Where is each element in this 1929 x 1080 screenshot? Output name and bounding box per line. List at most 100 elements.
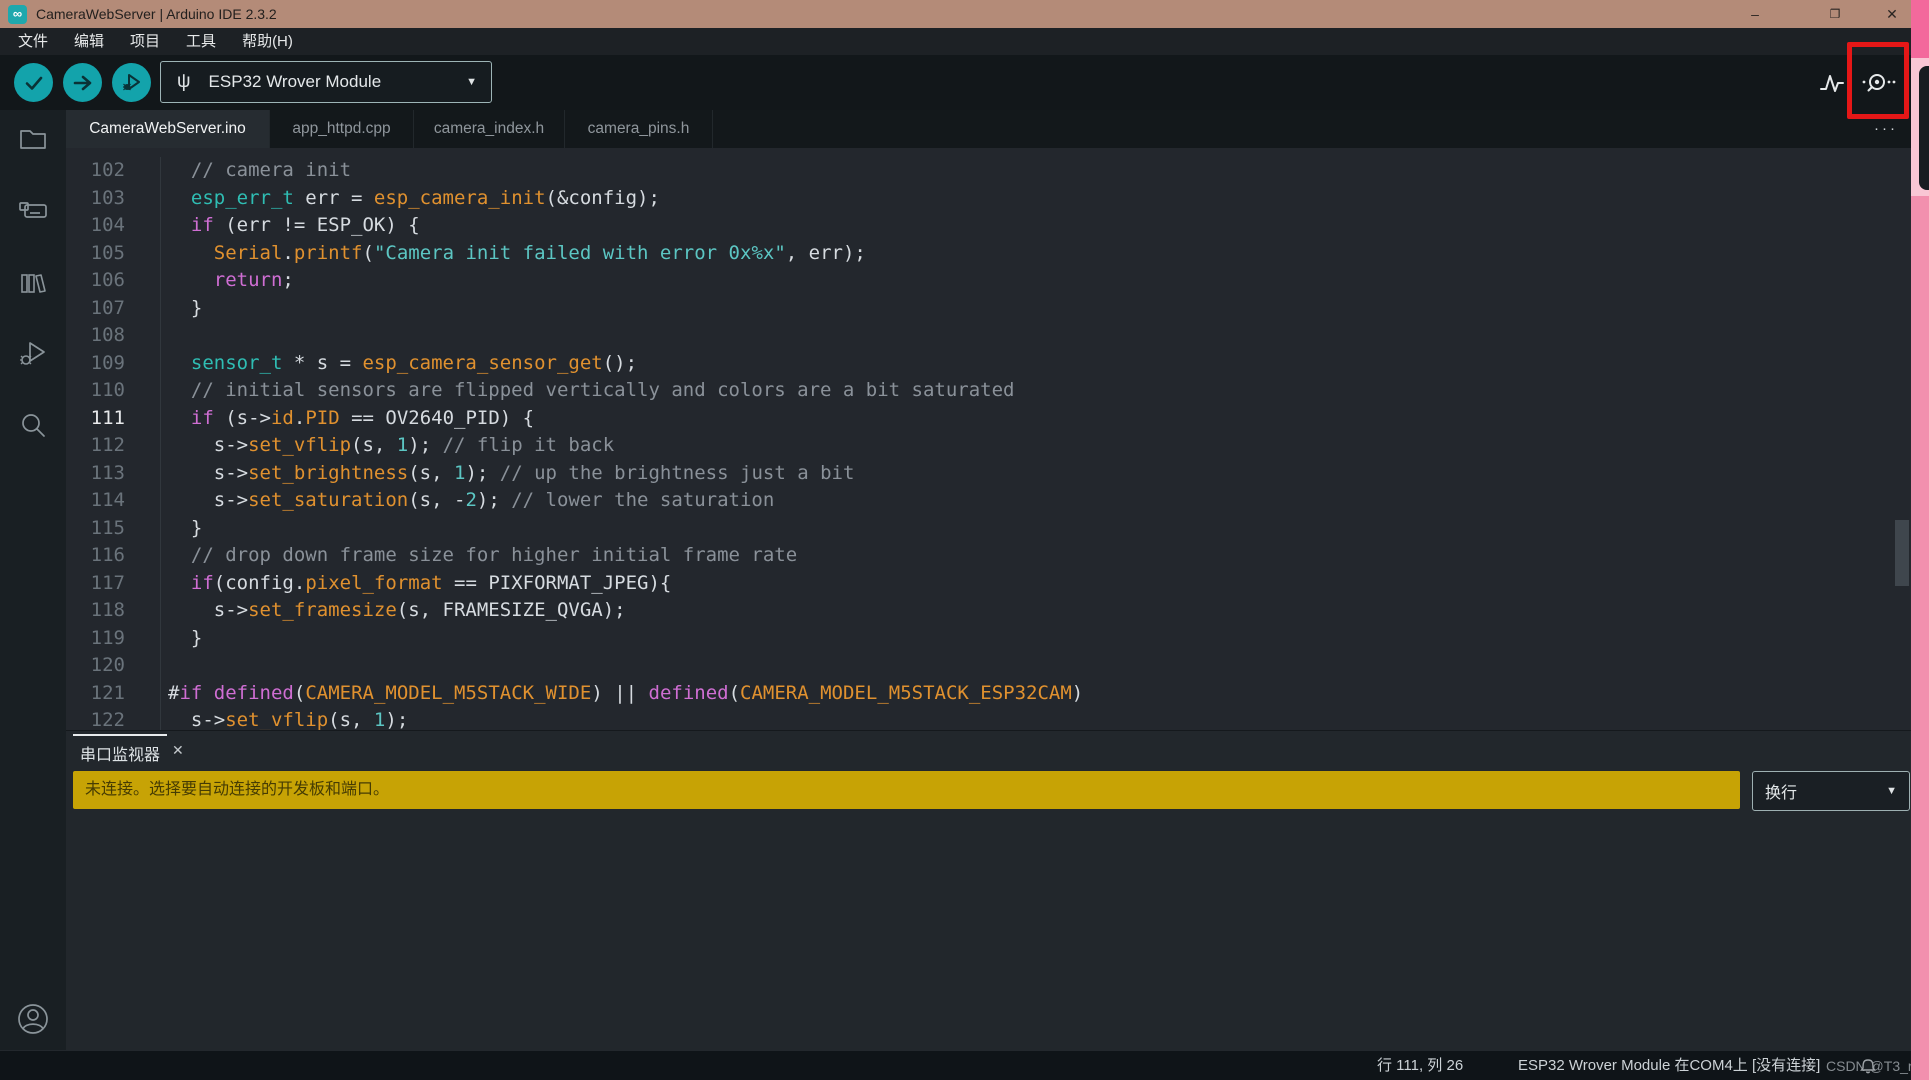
- code-text: Serial.printf("Camera init failed with e…: [161, 240, 866, 268]
- tabbar-overflow-button[interactable]: ···: [1874, 120, 1898, 137]
- line-number: 122: [66, 707, 161, 730]
- window-title: CameraWebServer | Arduino IDE 2.3.2: [36, 6, 277, 22]
- line-number: 110: [66, 377, 161, 405]
- code-text: [161, 322, 168, 350]
- check-icon: [24, 73, 44, 93]
- arduino-logo-icon: ∞: [8, 5, 27, 24]
- toolbar: ψ ESP32 Wrover Module ▼: [0, 55, 1929, 110]
- cursor-position: 行 111, 列 26: [1377, 1051, 1463, 1080]
- code-editor[interactable]: 102 // camera init103 esp_err_t err = es…: [66, 148, 1929, 730]
- search-icon: [18, 411, 48, 441]
- activity-sidebar: [0, 110, 66, 1050]
- account-icon: [16, 1002, 50, 1036]
- bug-play-icon: [121, 72, 143, 94]
- tab-camerawebserver-ino[interactable]: CameraWebServer.ino: [66, 110, 270, 148]
- code-text: [161, 652, 168, 680]
- code-line-121: 121#if defined(CAMERA_MODEL_M5STACK_WIDE…: [66, 680, 1929, 708]
- code-text: sensor_t * s = esp_camera_sensor_get();: [161, 350, 637, 378]
- code-text: s->set_saturation(s, -2); // lower the s…: [161, 487, 774, 515]
- board-selector[interactable]: ψ ESP32 Wrover Module ▼: [160, 61, 492, 103]
- line-number: 105: [66, 240, 161, 268]
- serial-monitor-tab[interactable]: 串口监视器: [80, 741, 160, 765]
- menu-tools[interactable]: 工具: [173, 28, 229, 55]
- code-line-122: 122 s->set_vflip(s, 1);: [66, 707, 1929, 730]
- line-number: 113: [66, 460, 161, 488]
- code-line-119: 119 }: [66, 625, 1929, 653]
- serial-monitor-panel: 串口监视器 ✕ 未连接。选择要自动连接的开发板和端口。 换行 ▼: [66, 730, 1929, 1050]
- code-line-120: 120: [66, 652, 1929, 680]
- sidebar-item-account[interactable]: [16, 1002, 50, 1036]
- code-line-104: 104 if (err != ESP_OK) {: [66, 212, 1929, 240]
- sidebar-item-library-manager[interactable]: [16, 266, 50, 300]
- folder-icon: [18, 124, 48, 154]
- editor-scrollbar-thumb[interactable]: [1895, 520, 1909, 586]
- waveform-icon: [1818, 69, 1846, 97]
- tab-app-httpd-cpp[interactable]: app_httpd.cpp: [270, 110, 414, 148]
- menu-help[interactable]: 帮助(H): [229, 28, 306, 55]
- code-line-115: 115 }: [66, 515, 1929, 543]
- code-line-109: 109 sensor_t * s = esp_camera_sensor_get…: [66, 350, 1929, 378]
- restore-button[interactable]: ❐: [1815, 0, 1855, 28]
- code-line-111: 111 if (s->id.PID == OV2640_PID) {: [66, 405, 1929, 433]
- menu-edit[interactable]: 编辑: [61, 28, 117, 55]
- line-ending-dropdown[interactable]: 换行 ▼: [1752, 771, 1910, 811]
- line-number: 102: [66, 157, 161, 185]
- title-bar: ∞ CameraWebServer | Arduino IDE 2.3.2 – …: [0, 0, 1929, 28]
- board-connection-status[interactable]: ESP32 Wrover Module 在COM4上 [没有连接]: [1518, 1051, 1820, 1080]
- line-number: 112: [66, 432, 161, 460]
- line-number: 106: [66, 267, 161, 295]
- not-connected-warning: 未连接。选择要自动连接的开发板和端口。: [73, 771, 1740, 809]
- code-line-106: 106 return;: [66, 267, 1929, 295]
- line-number: 108: [66, 322, 161, 350]
- debug-button[interactable]: [112, 63, 151, 102]
- editor-tab-bar: CameraWebServer.ino app_httpd.cpp camera…: [66, 110, 1929, 148]
- code-text: // drop down frame size for higher initi…: [161, 542, 797, 570]
- sidebar-item-debug[interactable]: [16, 337, 50, 371]
- line-number: 115: [66, 515, 161, 543]
- code-text: esp_err_t err = esp_camera_init(&config)…: [161, 185, 660, 213]
- line-number: 119: [66, 625, 161, 653]
- red-highlight-annotation: [1847, 42, 1909, 119]
- code-line-107: 107 }: [66, 295, 1929, 323]
- minimize-button[interactable]: –: [1735, 0, 1775, 28]
- upload-button[interactable]: [63, 63, 102, 102]
- verify-button[interactable]: [14, 63, 53, 102]
- panel-close-icon[interactable]: ✕: [172, 742, 184, 759]
- code-line-114: 114 s->set_saturation(s, -2); // lower t…: [66, 487, 1929, 515]
- tab-camera-pins-h[interactable]: camera_pins.h: [565, 110, 713, 148]
- arrow-right-icon: [73, 73, 93, 93]
- chevron-down-icon: ▼: [1886, 785, 1897, 797]
- sidebar-item-sketchbook[interactable]: [16, 122, 50, 156]
- line-number: 116: [66, 542, 161, 570]
- code-line-118: 118 s->set_framesize(s, FRAMESIZE_QVGA);: [66, 597, 1929, 625]
- code-line-105: 105 Serial.printf("Camera init failed wi…: [66, 240, 1929, 268]
- code-line-108: 108: [66, 322, 1929, 350]
- code-line-102: 102 // camera init: [66, 157, 1929, 185]
- line-ending-value: 换行: [1765, 779, 1797, 803]
- menu-file[interactable]: 文件: [5, 28, 61, 55]
- panel-tab-indicator: [73, 734, 167, 736]
- line-number: 111: [66, 405, 161, 433]
- menu-sketch[interactable]: 项目: [117, 28, 173, 55]
- tab-camera-index-h[interactable]: camera_index.h: [414, 110, 565, 148]
- code-text: if (s->id.PID == OV2640_PID) {: [161, 405, 534, 433]
- line-number: 120: [66, 652, 161, 680]
- books-icon: [18, 268, 48, 298]
- chevron-down-icon: ▼: [466, 76, 477, 88]
- serial-plotter-button[interactable]: [1818, 69, 1846, 97]
- pink-strip-top: [1911, 0, 1929, 58]
- code-line-103: 103 esp_err_t err = esp_camera_init(&con…: [66, 185, 1929, 213]
- close-button[interactable]: ✕: [1872, 0, 1912, 28]
- usb-icon: ψ: [177, 71, 191, 93]
- line-number: 121: [66, 680, 161, 708]
- line-number: 117: [66, 570, 161, 598]
- sidebar-item-boards-manager[interactable]: [16, 193, 50, 227]
- code-text: }: [161, 515, 202, 543]
- pink-edge-strip: [1911, 0, 1929, 1080]
- sidebar-item-search[interactable]: [16, 409, 50, 443]
- code-text: // camera init: [161, 157, 351, 185]
- code-text: s->set_framesize(s, FRAMESIZE_QVGA);: [161, 597, 626, 625]
- line-number: 103: [66, 185, 161, 213]
- board-chip-icon: [17, 195, 49, 225]
- code-text: if (err != ESP_OK) {: [161, 212, 420, 240]
